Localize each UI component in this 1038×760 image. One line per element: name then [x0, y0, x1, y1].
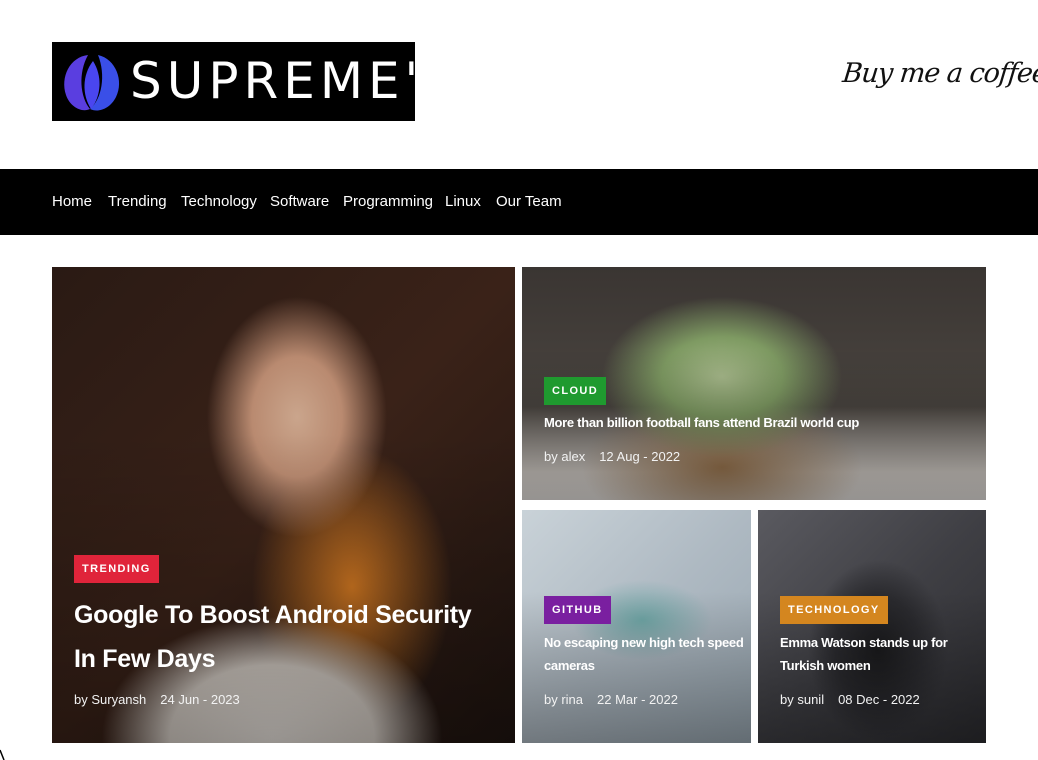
category-badge[interactable]: TECHNOLOGY [780, 596, 888, 624]
category-badge[interactable]: GITHUB [544, 596, 611, 624]
site-logo[interactable]: SUPREME'S [52, 42, 455, 121]
post-date: 22 Mar - 2022 [597, 692, 678, 707]
post-card[interactable]: CLOUD More than billion football fans at… [522, 267, 986, 500]
post-card[interactable]: GITHUB No escaping new high tech speed c… [522, 510, 751, 743]
post-date: 12 Aug - 2022 [599, 449, 681, 464]
nav-item-technology[interactable]: Technology [181, 169, 257, 235]
post-author[interactable]: by alex [544, 449, 585, 464]
post-card[interactable]: TECHNOLOGY Emma Watson stands up for Tur… [758, 510, 986, 743]
post-date: 08 Dec - 2022 [838, 692, 920, 707]
featured-post-card[interactable]: TRENDING Google To Boost Android Securit… [52, 267, 515, 743]
post-meta: by rina 22 Mar - 2022 [544, 692, 678, 707]
main-nav: Home Trending Technology Software Progra… [0, 169, 1038, 235]
post-date: 24 Jun - 2023 [160, 692, 240, 707]
heart-logo-icon [64, 55, 120, 111]
nav-item-linux[interactable]: Linux [445, 169, 481, 235]
buy-me-a-coffee-link[interactable]: Buy me a coffee [840, 58, 1038, 102]
post-author[interactable]: by sunil [780, 692, 824, 707]
post-title[interactable]: Emma Watson stands up for Turkish women [780, 631, 980, 677]
nav-item-software[interactable]: Software [270, 169, 329, 235]
nav-item-programming[interactable]: Programming [343, 169, 433, 235]
post-title[interactable]: No escaping new high tech speed cameras [544, 631, 744, 677]
post-title[interactable]: Google To Boost Android Security In Few … [74, 593, 494, 681]
nav-item-our-team[interactable]: Our Team [496, 169, 562, 235]
post-meta: by alex 12 Aug - 2022 [544, 449, 680, 464]
card-overlay [522, 510, 751, 743]
nav-item-home[interactable]: Home [52, 169, 92, 235]
post-meta: by sunil 08 Dec - 2022 [780, 692, 920, 707]
category-badge[interactable]: TRENDING [74, 555, 159, 583]
post-meta: by Suryansh 24 Jun - 2023 [74, 692, 240, 707]
post-author[interactable]: by rina [544, 692, 583, 707]
logo-wordmark: SUPREME'S [130, 52, 461, 110]
post-author[interactable]: by Suryansh [74, 692, 146, 707]
nav-item-trending[interactable]: Trending [108, 169, 167, 235]
category-badge[interactable]: CLOUD [544, 377, 607, 405]
cursor-fragment-icon [0, 749, 5, 760]
card-overlay [758, 510, 986, 743]
post-title[interactable]: More than billion football fans attend B… [544, 413, 964, 433]
